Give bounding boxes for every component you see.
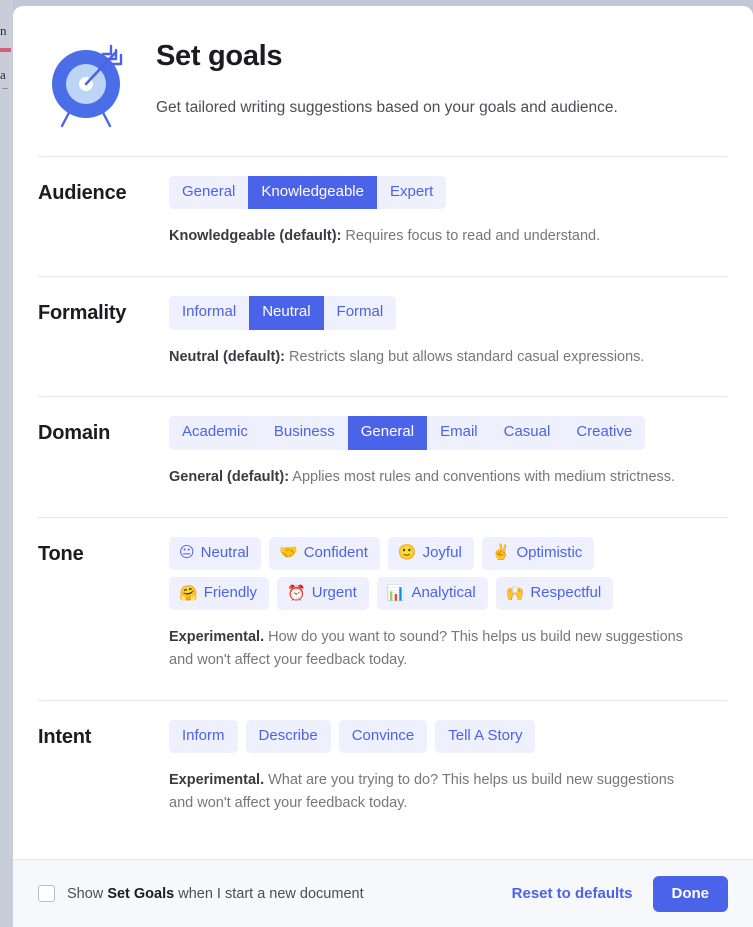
domain-helper-strong: General (default):	[169, 468, 290, 485]
checkbox-label-suffix: when I start a new document	[174, 885, 364, 902]
footer-right-group: Reset to defaults Done	[512, 875, 728, 912]
domain-option-casual[interactable]: Casual	[491, 416, 564, 449]
section-tone: Tone 😐 Neutral 🤝 Confident 🙂 Joyful ✌️ O…	[38, 518, 728, 672]
neutral-face-icon: 😐	[179, 543, 195, 562]
domain-option-general[interactable]: General	[347, 416, 428, 450]
tone-chip-analytical[interactable]: 📊 Analytical	[376, 576, 488, 611]
section-body-tone: 😐 Neutral 🤝 Confident 🙂 Joyful ✌️ Optimi…	[169, 536, 728, 672]
formality-option-informal[interactable]: Informal	[169, 296, 249, 329]
section-label-intent: Intent	[38, 726, 92, 749]
audience-helper-rest: Requires focus to read and understand.	[341, 228, 601, 245]
tone-helper-strong: Experimental.	[169, 629, 265, 646]
victory-hand-icon: ✌️	[491, 543, 511, 562]
tone-chip-respectful[interactable]: 🙌 Respectful	[495, 576, 614, 611]
handshake-icon: 🤝	[279, 543, 298, 562]
section-label-tone: Tone	[38, 542, 84, 565]
tone-chip-label: Friendly	[203, 583, 258, 601]
domain-helper-rest: Applies most rules and conventions with …	[289, 468, 676, 485]
tone-chip-friendly[interactable]: 🤗 Friendly	[169, 576, 270, 611]
audience-helper-strong: Knowledgeable (default):	[169, 228, 342, 245]
tone-chip-confident[interactable]: 🤝 Confident	[269, 536, 380, 570]
tone-chip-row: 🤗 Friendly ⏰ Urgent 📊 Analytical 🙌 Respe…	[169, 576, 728, 611]
intent-chip-group: Inform Describe Convince Tell A Story	[169, 720, 728, 754]
section-intent: Intent Inform Describe Convince Tell A S…	[38, 701, 728, 815]
checkbox-label-prefix: Show	[67, 885, 108, 902]
formality-helper-strong: Neutral (default):	[169, 348, 285, 365]
audience-segmented-control[interactable]: General Knowledgeable Expert	[169, 176, 447, 210]
section-body-domain: Academic Business General Email Casual C…	[169, 416, 728, 488]
tone-chip-label: Respectful	[530, 583, 602, 601]
section-label-formality: Formality	[38, 302, 127, 325]
target-with-arrow-icon	[38, 32, 130, 128]
modal-header-text: Set goals Get tailored writing suggestio…	[156, 32, 618, 119]
modal-subtitle: Get tailored writing suggestions based o…	[156, 99, 618, 116]
domain-option-creative[interactable]: Creative	[563, 416, 645, 449]
intent-chip-convince[interactable]: Convince	[338, 720, 428, 754]
smiling-face-icon: 🙂	[397, 543, 417, 562]
section-label-domain: Domain	[38, 422, 111, 445]
modal-footer: Show Set Goals when I start a new docume…	[13, 859, 753, 927]
background-text-fragment: a	[0, 68, 6, 81]
page-title: Set goals	[156, 40, 283, 72]
background-text-fragment: n	[0, 24, 7, 37]
formality-option-neutral[interactable]: Neutral	[249, 296, 324, 330]
checkbox-label-strong: Set Goals	[107, 885, 175, 902]
hugging-face-icon: 🤗	[179, 583, 198, 602]
intent-chip-describe[interactable]: Describe	[245, 720, 331, 754]
section-body-intent: Inform Describe Convince Tell A Story Ex…	[169, 720, 728, 815]
intent-helper-text: Experimental. What are you trying to do?…	[169, 769, 699, 815]
section-formality: Formality Informal Neutral Formal Neutra…	[38, 277, 728, 368]
domain-option-email[interactable]: Email	[427, 416, 491, 449]
formality-helper-text: Neutral (default): Restricts slang but a…	[169, 346, 699, 369]
set-goals-modal: Set goals Get tailored writing suggestio…	[13, 6, 753, 927]
raising-hands-icon: 🙌	[505, 583, 525, 602]
tone-chip-row: 😐 Neutral 🤝 Confident 🙂 Joyful ✌️ Optimi…	[169, 536, 728, 570]
section-body-audience: General Knowledgeable Expert Knowledgeab…	[169, 176, 728, 248]
tone-helper-text: Experimental. How do you want to sound? …	[169, 626, 699, 672]
domain-option-academic[interactable]: Academic	[169, 416, 261, 449]
section-domain: Domain Academic Business General Email C…	[38, 397, 728, 488]
done-button[interactable]: Done	[652, 875, 728, 912]
formality-option-formal[interactable]: Formal	[324, 296, 397, 329]
tone-chip-neutral[interactable]: 😐 Neutral	[169, 536, 261, 570]
tone-chip-label: Urgent	[311, 583, 357, 601]
section-audience: Audience General Knowledgeable Expert Kn…	[38, 157, 728, 248]
show-set-goals-label[interactable]: Show Set Goals when I start a new docume…	[67, 886, 364, 902]
tone-chip-label: Joyful	[422, 543, 462, 561]
audience-option-expert[interactable]: Expert	[377, 176, 446, 209]
formality-helper-rest: Restricts slang but allows standard casu…	[285, 348, 645, 365]
tone-chip-label: Confident	[303, 543, 368, 561]
show-set-goals-checkbox[interactable]	[38, 885, 55, 902]
domain-segmented-control[interactable]: Academic Business General Email Casual C…	[169, 416, 646, 450]
tone-chip-joyful[interactable]: 🙂 Joyful	[387, 536, 474, 570]
footer-left-group: Show Set Goals when I start a new docume…	[38, 885, 512, 902]
tone-chip-label: Analytical	[411, 583, 476, 601]
audience-helper-text: Knowledgeable (default): Requires focus …	[169, 225, 699, 248]
reset-to-defaults-button[interactable]: Reset to defaults	[512, 885, 633, 902]
section-label-audience: Audience	[38, 182, 127, 204]
tone-chip-urgent[interactable]: ⏰ Urgent	[277, 576, 369, 611]
intent-helper-strong: Experimental.	[169, 772, 265, 789]
tone-chip-label: Optimistic	[516, 543, 583, 561]
audience-option-knowledgeable[interactable]: Knowledgeable	[248, 176, 377, 210]
audience-option-general[interactable]: General	[169, 176, 248, 209]
alarm-clock-icon: ⏰	[287, 583, 306, 602]
background-highlight-mark	[0, 48, 11, 52]
bar-chart-icon: 📊	[386, 583, 406, 602]
intent-chip-tell-a-story[interactable]: Tell A Story	[435, 720, 536, 754]
intent-chip-inform[interactable]: Inform	[169, 720, 238, 754]
background-rule	[2, 88, 8, 89]
formality-segmented-control[interactable]: Informal Neutral Formal	[169, 296, 397, 330]
tone-chip-group: 😐 Neutral 🤝 Confident 🙂 Joyful ✌️ Optimi…	[169, 536, 728, 611]
modal-content: Set goals Get tailored writing suggestio…	[13, 6, 753, 859]
background-document-sliver: n a	[0, 0, 13, 927]
domain-helper-text: General (default): Applies most rules an…	[169, 466, 699, 489]
domain-option-business[interactable]: Business	[261, 416, 348, 449]
tone-chip-label: Neutral	[200, 543, 249, 561]
modal-header: Set goals Get tailored writing suggestio…	[38, 6, 728, 128]
section-body-formality: Informal Neutral Formal Neutral (default…	[169, 296, 728, 368]
tone-chip-optimistic[interactable]: ✌️ Optimistic	[481, 536, 595, 570]
